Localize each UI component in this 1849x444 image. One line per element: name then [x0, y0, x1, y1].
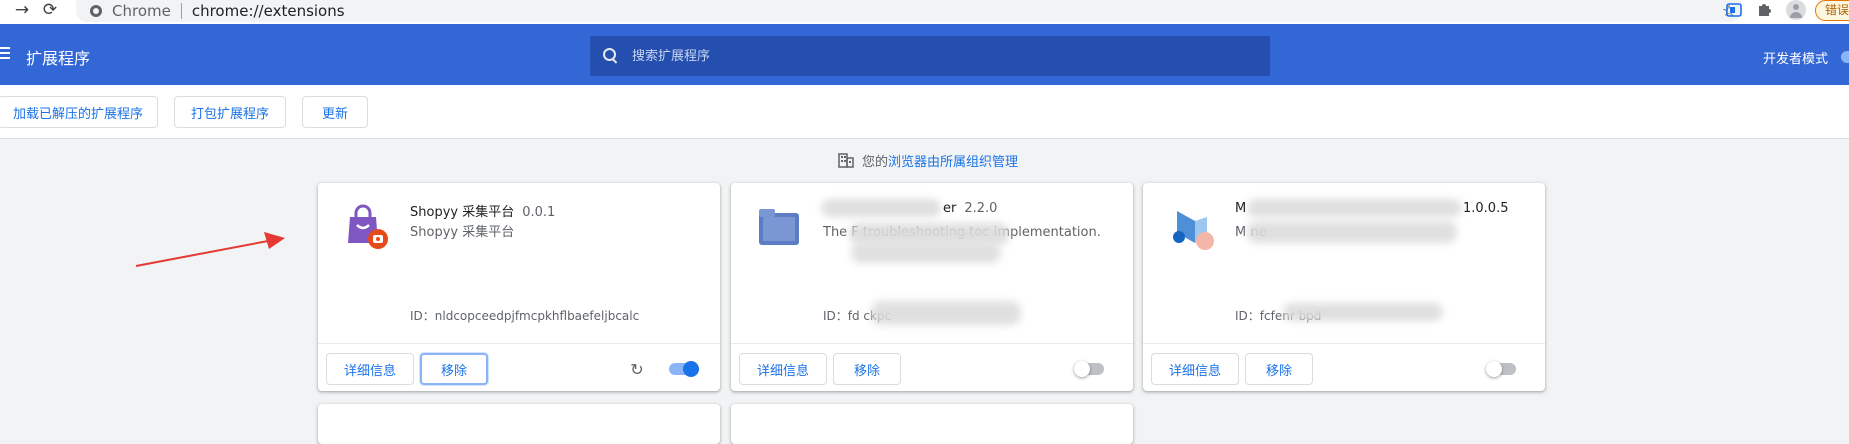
folder-extension-icon [759, 209, 799, 245]
toggle-knob [683, 361, 699, 377]
redacted-block [1283, 303, 1443, 321]
building-icon [838, 152, 854, 168]
redacted-block [821, 199, 941, 217]
reload-page-icon[interactable]: ⟳ [38, 0, 62, 20]
toggle-knob [1074, 361, 1090, 377]
remove-button[interactable]: 移除 [420, 353, 488, 385]
remove-button[interactable]: 移除 [1245, 353, 1313, 385]
extension-card-partial [731, 404, 1133, 444]
details-button[interactable]: 详细信息 [1151, 353, 1239, 385]
extension-name: er 2.2.0 [943, 201, 997, 216]
extension-card-partial [318, 404, 720, 444]
extension-name: M [1235, 201, 1246, 216]
developer-mode-toggle[interactable] [1841, 51, 1849, 63]
error-chip[interactable]: 错误 [1815, 0, 1849, 21]
extension-name-text: M [1235, 201, 1247, 216]
redacted-block [851, 243, 1001, 263]
address-bar[interactable]: Chrome chrome://extensions ☆ [76, 0, 1741, 22]
developer-mode-label: 开发者模式 [1763, 52, 1829, 67]
card-footer: 详细信息 移除 [1143, 343, 1545, 391]
search-icon [603, 48, 619, 64]
extension-name-text: er [943, 201, 957, 216]
extension-name-text: Shopyy 采集平台 [410, 205, 515, 220]
browser-toolbar: → ⟳ Chrome chrome://extensions ☆ 错误 [0, 0, 1849, 24]
translate-extension-icon[interactable] [1725, 2, 1743, 18]
profile-avatar[interactable] [1786, 0, 1806, 20]
action-toolbar: 加载已解压的扩展程序 打包扩展程序 更新 [0, 85, 1849, 139]
redacted-block [1247, 221, 1457, 243]
chrome-site-icon [90, 5, 102, 17]
annotation-arrow-icon [135, 232, 285, 267]
details-button[interactable]: 详细信息 [326, 353, 414, 385]
remove-button[interactable]: 移除 [833, 353, 901, 385]
forward-arrow-icon[interactable]: → [10, 0, 34, 20]
managed-prefix: 您的 [862, 154, 889, 170]
address-divider [180, 3, 182, 19]
address-url: chrome://extensions [191, 2, 345, 20]
enable-toggle[interactable] [1486, 361, 1516, 377]
extension-card: Shopyy 采集平台 0.0.1 Shopyy 采集平台 ID：nldcopce… [318, 183, 720, 391]
pack-extension-button[interactable]: 打包扩展程序 [174, 96, 286, 128]
enable-toggle[interactable] [1074, 361, 1104, 377]
redacted-block [871, 301, 1021, 325]
redacted-block [849, 223, 1009, 245]
extension-description: Shopyy 采集平台 [410, 225, 515, 240]
search-box[interactable] [590, 36, 1270, 76]
managed-link[interactable]: 浏览器由所属组织管理 [888, 151, 1018, 170]
extension-id: ID：nldcopceedpjfmcpkhflbaefeljbcalc [410, 309, 640, 323]
extensions-puzzle-icon[interactable] [1755, 2, 1773, 18]
hamburger-menu-icon[interactable] [0, 45, 12, 61]
search-input[interactable] [632, 48, 1232, 64]
enable-toggle[interactable] [669, 361, 699, 377]
address-origin: Chrome [112, 2, 171, 20]
managed-notice: 您的 浏览器由所属组织管理 [838, 150, 1018, 170]
details-button[interactable]: 详细信息 [739, 353, 827, 385]
extension-card: er2.2.0 The F troubleshooting toc implem… [731, 183, 1133, 391]
update-button[interactable]: 更新 [302, 96, 368, 128]
load-unpacked-button[interactable]: 加载已解压的扩展程序 [0, 96, 158, 128]
reload-extension-icon[interactable]: ↻ [629, 362, 645, 378]
card-footer: 详细信息 移除 [731, 343, 1133, 391]
toggle-knob [1486, 361, 1502, 377]
card-footer: 详细信息 移除 ↻ [318, 343, 720, 391]
extension-version-block: 1.0.0.5 [1463, 201, 1508, 216]
extension-version: 0.0.1 [522, 205, 556, 220]
extension-name: Shopyy 采集平台 0.0.1 [410, 201, 555, 220]
extension-version: 2.2.0 [964, 201, 998, 216]
shopping-bag-icon [348, 204, 388, 249]
extension-version: 1.0.0.5 [1463, 201, 1509, 216]
extensions-header: 扩展程序 开发者模式 [0, 24, 1849, 85]
extension-card: M 1.0.0.5 M ne ID：fcfenr bpd 详细信息 移除 [1143, 183, 1545, 391]
microsoft-extension-icon [1173, 211, 1214, 250]
redacted-block [1247, 199, 1462, 217]
page-title: 扩展程序 [26, 49, 91, 68]
